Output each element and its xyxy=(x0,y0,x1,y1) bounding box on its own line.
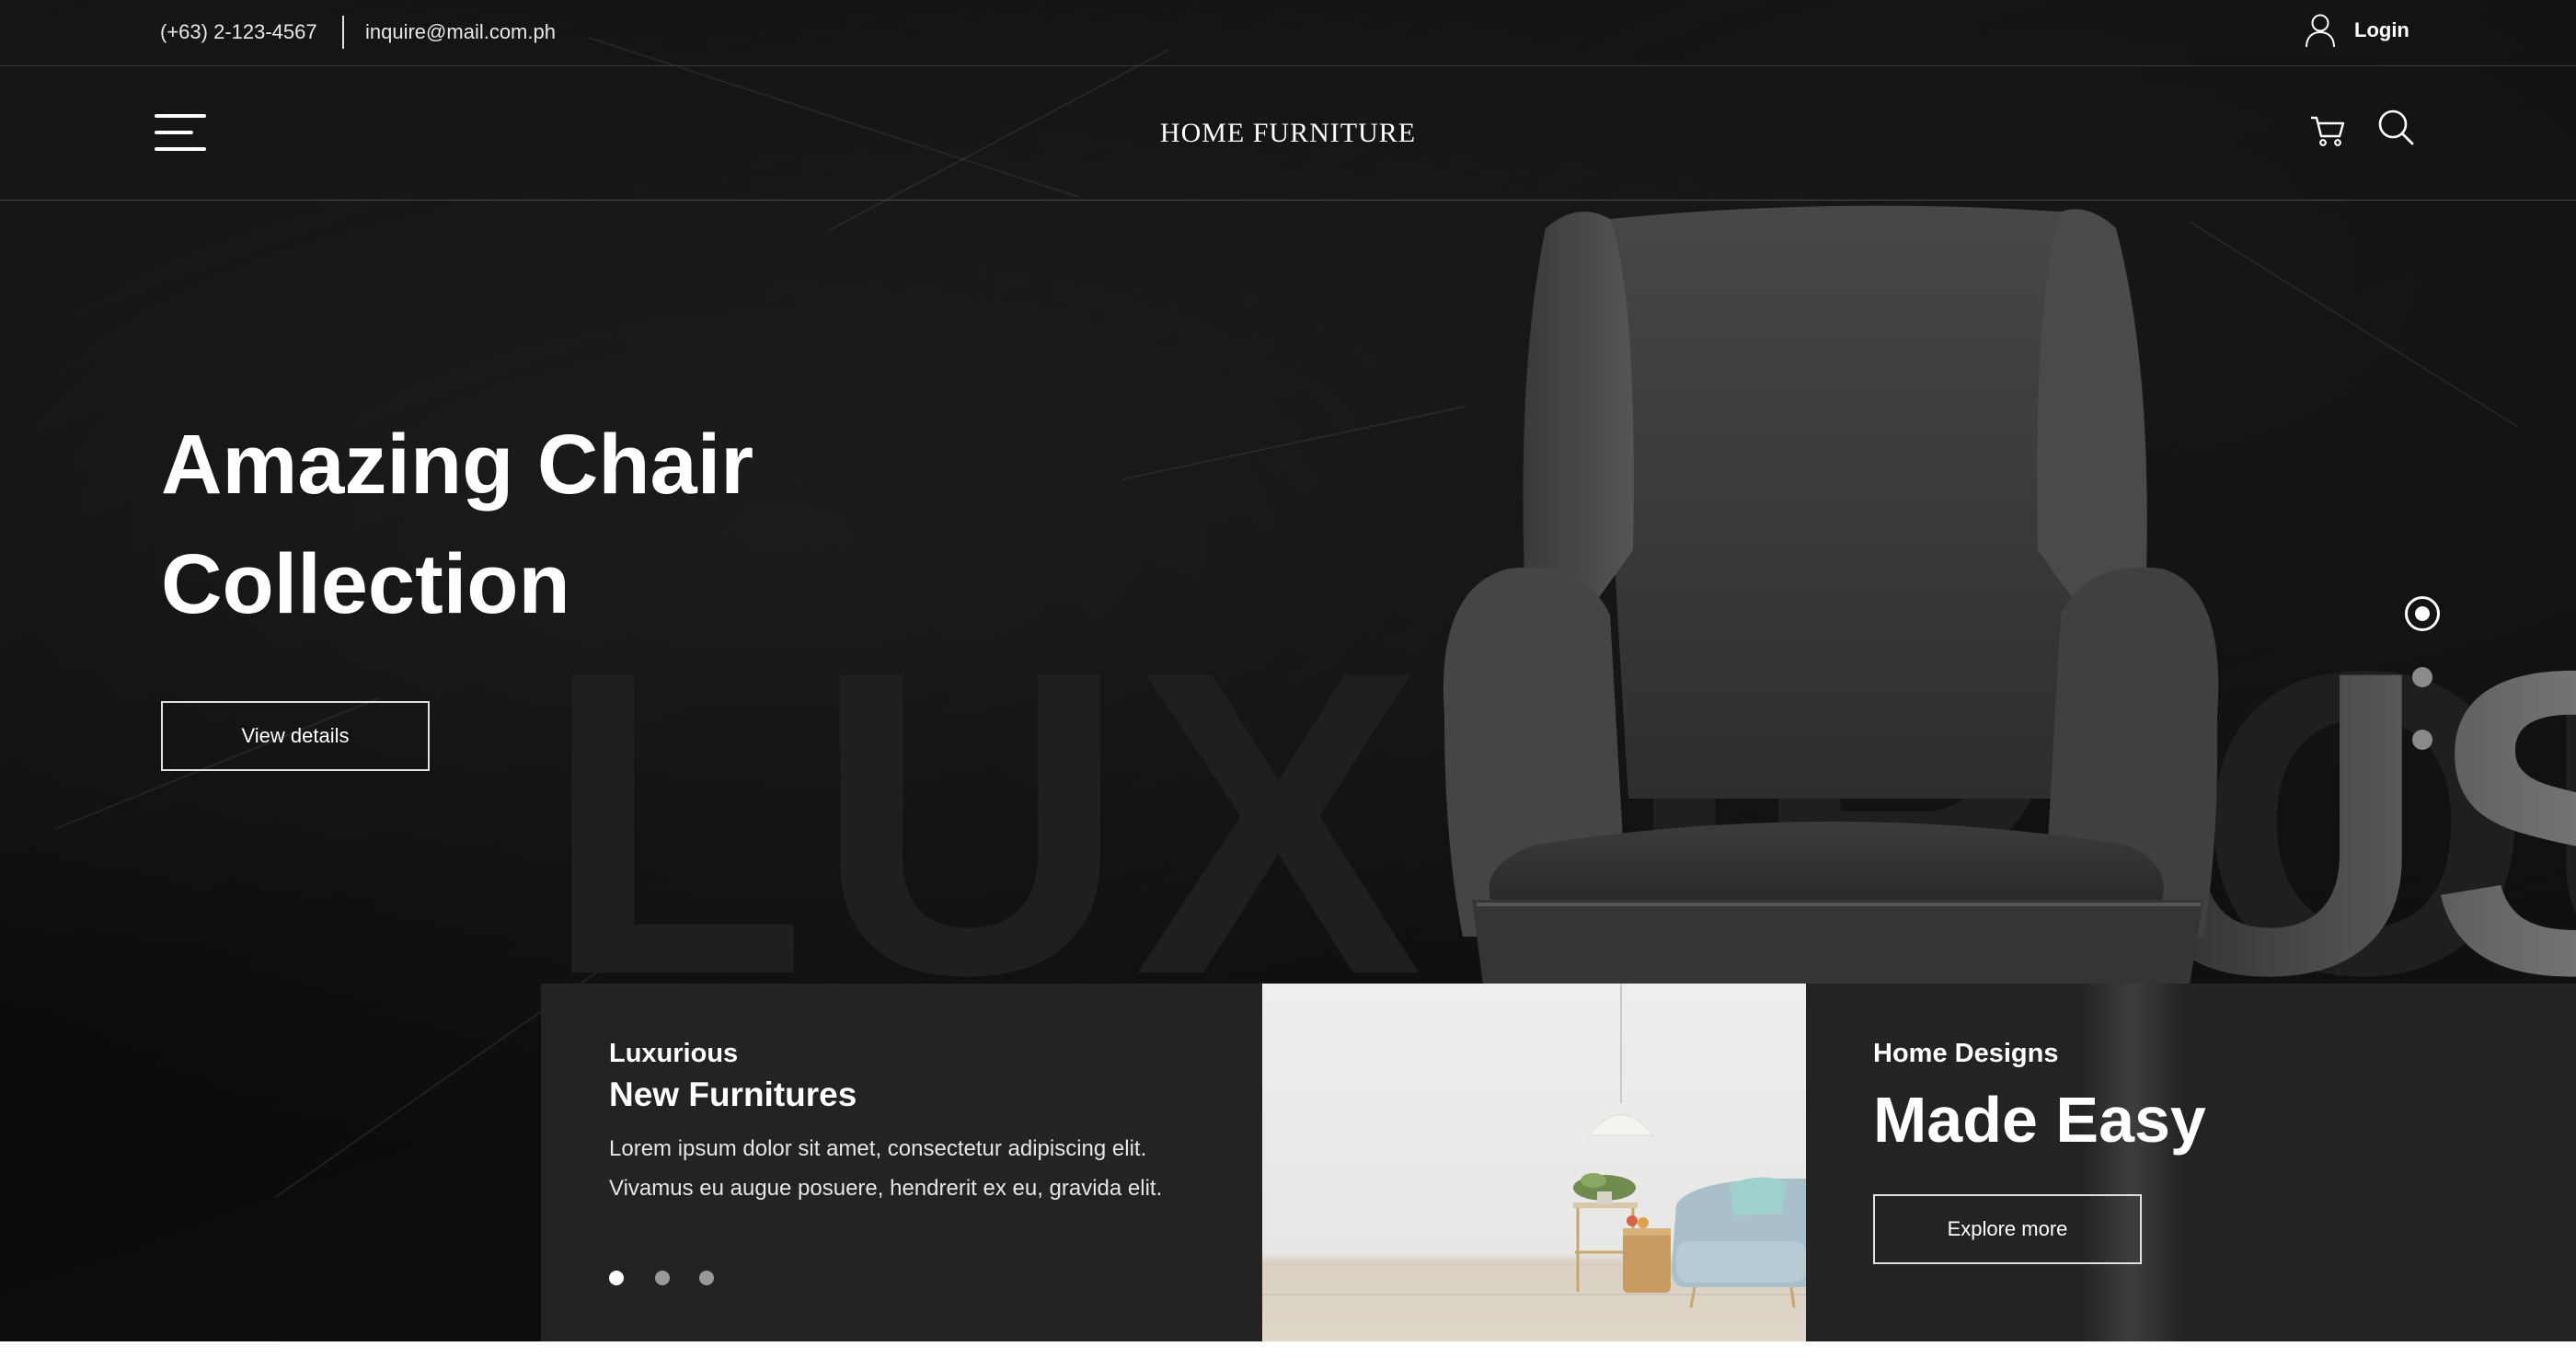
pagination-dot-active[interactable] xyxy=(609,1271,624,1285)
new-furnitures-card: Luxurious New Furnitures Lorem ipsum dol… xyxy=(541,984,1262,1341)
cart-icon[interactable] xyxy=(2309,112,2346,149)
slide-indicator-active[interactable] xyxy=(2405,596,2440,631)
card-kicker: Home Designs xyxy=(1873,1039,2059,1068)
card-title: New Furnitures xyxy=(609,1076,857,1113)
interior-scene xyxy=(1262,984,1806,1308)
pagination-dot[interactable] xyxy=(655,1271,670,1285)
page: (+63) 2-123-4567 inquire@mail.com.ph Log… xyxy=(0,0,2576,1341)
slide-indicator[interactable] xyxy=(2412,667,2432,687)
explore-more-button[interactable]: Explore more xyxy=(1873,1194,2142,1264)
view-details-button[interactable]: View details xyxy=(161,701,430,771)
card-kicker: Luxurious xyxy=(609,1039,739,1068)
main-navbar: HOME FURNITURE xyxy=(0,66,2576,201)
light-streak xyxy=(2082,984,2183,1341)
top-contact-bar: (+63) 2-123-4567 inquire@mail.com.ph Log… xyxy=(0,0,2576,66)
home-designs-card: Home Designs Made Easy Explore more xyxy=(1806,984,2576,1341)
divider xyxy=(342,16,344,49)
hero-title: Amazing Chair Collection xyxy=(161,405,753,644)
search-icon[interactable] xyxy=(2375,107,2416,147)
slide-indicator-fill xyxy=(2415,606,2430,621)
card-body: Lorem ipsum dolor sit amet, consectetur … xyxy=(609,1136,1163,1201)
slide-indicator[interactable] xyxy=(2412,730,2432,750)
armchair-image xyxy=(1443,205,2219,984)
card-title: Made Easy xyxy=(1873,1084,2206,1156)
user-icon xyxy=(2306,14,2335,48)
email-address[interactable]: inquire@mail.com.ph xyxy=(365,20,556,44)
brand-logo[interactable]: HOME FURNITURE xyxy=(0,118,2576,149)
texture-line xyxy=(2189,221,2518,428)
hero-title-line2: Collection xyxy=(161,537,570,631)
pagination-dot[interactable] xyxy=(699,1271,714,1285)
hero-title-line1: Amazing Chair xyxy=(161,418,754,512)
texture-line xyxy=(1121,406,1465,480)
interior-photo xyxy=(1262,984,1806,1341)
phone-number[interactable]: (+63) 2-123-4567 xyxy=(160,20,317,44)
login-label: Login xyxy=(2354,18,2409,41)
login-button[interactable]: Login xyxy=(2305,13,2409,48)
